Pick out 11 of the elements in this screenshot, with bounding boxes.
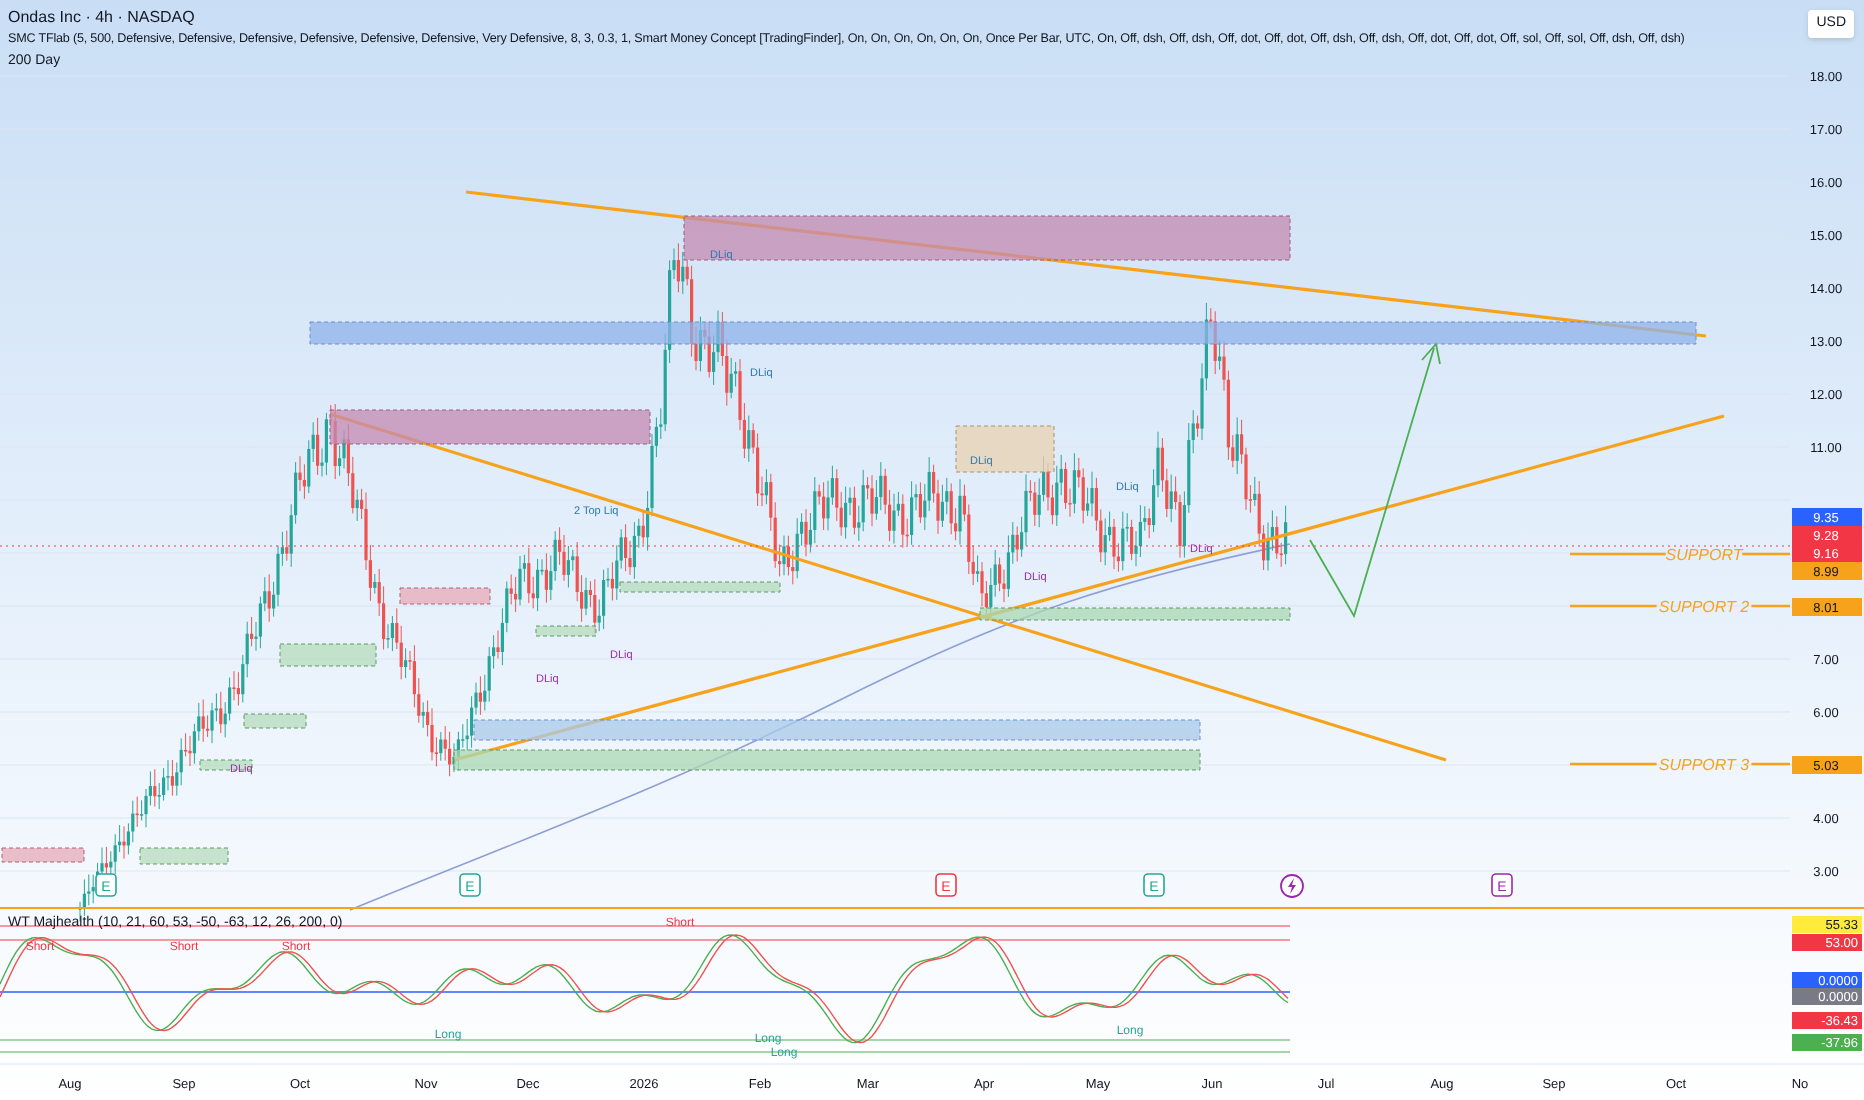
support-line (1570, 762, 1657, 766)
support-line (1751, 604, 1790, 608)
support-label: SUPPORT 2 (1658, 598, 1750, 616)
support-line (1742, 552, 1790, 556)
chart-title: Ondas Inc · 4h · NASDAQ (8, 6, 195, 28)
lightning-icon[interactable] (1280, 874, 1304, 898)
support-line (1570, 552, 1666, 556)
support-line (1570, 604, 1657, 608)
support-label: SUPPORT 3 (1658, 756, 1750, 774)
support-line (1751, 762, 1790, 766)
support-label: SUPPORT (1665, 546, 1743, 564)
